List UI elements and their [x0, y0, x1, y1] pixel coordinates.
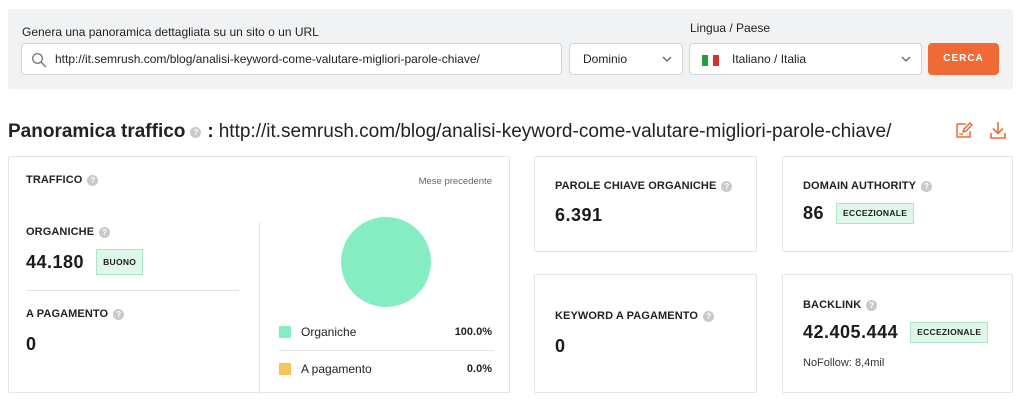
- backlinks-label: BACKLINK?: [803, 299, 878, 311]
- legend-label-organic: Organiche: [301, 325, 357, 339]
- backlinks-row: 42.405.444 ECCEZIONALE: [803, 322, 989, 343]
- backlinks-card: BACKLINK? 42.405.444 ECCEZIONALE NoFollo…: [782, 274, 1013, 393]
- paid-traffic-value: 0: [26, 334, 37, 354]
- language-label: Lingua / Paese: [690, 21, 771, 35]
- organic-keywords-card: PAROLE CHIAVE ORGANICHE? 6.391: [534, 156, 757, 252]
- divider: [279, 350, 494, 351]
- traffic-pie-chart: [341, 217, 431, 307]
- domain-authority-card: DOMAIN AUTHORITY? 86 ECCEZIONALE: [782, 156, 1013, 252]
- backlinks-label-text: BACKLINK: [803, 299, 862, 311]
- help-icon[interactable]: ?: [99, 226, 111, 238]
- traffic-title-text: TRAFFICO: [26, 174, 83, 186]
- paid-traffic-label: A PAGAMENTO?: [26, 308, 125, 320]
- language-select-value: Italiano / Italia: [732, 52, 807, 66]
- help-icon[interactable]: ?: [190, 126, 202, 138]
- language-select[interactable]: Italiano / Italia: [689, 43, 922, 75]
- scope-select[interactable]: Dominio: [569, 43, 683, 75]
- organic-traffic-label-text: ORGANICHE: [26, 226, 95, 238]
- organic-traffic-row: 44.180 BUONO: [26, 249, 144, 275]
- period-label: Mese precedente: [418, 176, 492, 187]
- organic-traffic-value: 44.180: [26, 251, 85, 272]
- domain-authority-badge: ECCEZIONALE: [836, 203, 915, 224]
- legend-label-paid: A pagamento: [301, 362, 372, 376]
- help-icon[interactable]: ?: [866, 299, 878, 311]
- paid-keywords-value: 0: [555, 336, 566, 356]
- paid-keywords-label: KEYWORD A PAGAMENTO?: [555, 310, 715, 322]
- legend-swatch-organic: [279, 326, 291, 338]
- divider: [259, 222, 260, 394]
- help-icon[interactable]: ?: [113, 308, 125, 320]
- help-icon[interactable]: ?: [921, 180, 933, 192]
- traffic-card: TRAFFICO? Mese precedente ORGANICHE? 44.…: [8, 156, 510, 394]
- scope-select-value: Dominio: [583, 52, 628, 66]
- legend-swatch-paid: [279, 363, 291, 375]
- traffic-title: TRAFFICO?: [26, 174, 99, 186]
- domain-authority-row: 86 ECCEZIONALE: [803, 203, 915, 224]
- pie-slice-organiche: [341, 217, 431, 307]
- url-input[interactable]: http://it.semrush.com/blog/analisi-keywo…: [21, 43, 562, 75]
- organic-keywords-value: 6.391: [555, 205, 603, 225]
- paid-keywords-label-text: KEYWORD A PAGAMENTO: [555, 310, 699, 322]
- page-title-text: Panoramica traffico: [8, 121, 186, 142]
- legend-value-paid: 0.0%: [466, 363, 492, 375]
- help-icon[interactable]: ?: [87, 174, 99, 186]
- page-title-url: http://it.semrush.com/blog/analisi-keywo…: [218, 121, 892, 142]
- paid-keywords-card: KEYWORD A PAGAMENTO? 0: [534, 274, 757, 393]
- search-icon: [31, 52, 47, 68]
- domain-authority-value: 86: [803, 203, 825, 223]
- domain-authority-label-text: DOMAIN AUTHORITY: [803, 180, 917, 192]
- chevron-down-icon: [662, 56, 672, 62]
- edit-report-icon[interactable]: [954, 120, 974, 140]
- url-input-value[interactable]: http://it.semrush.com/blog/analisi-keywo…: [55, 44, 480, 74]
- paid-traffic-label-text: A PAGAMENTO: [26, 308, 109, 320]
- help-icon[interactable]: ?: [703, 310, 715, 322]
- title-separator: :: [207, 121, 214, 142]
- chevron-down-icon: [901, 56, 911, 62]
- italy-flag-icon: [702, 55, 720, 66]
- domain-authority-label: DOMAIN AUTHORITY?: [803, 180, 933, 192]
- search-panel: Genera una panoramica dettagliata su un …: [8, 9, 1013, 89]
- legend-value-organic: 100.0%: [454, 326, 492, 338]
- organic-traffic-label: ORGANICHE?: [26, 226, 111, 238]
- search-button[interactable]: CERCA: [928, 43, 999, 75]
- help-icon[interactable]: ?: [721, 180, 733, 192]
- organic-keywords-label: PAROLE CHIAVE ORGANICHE?: [555, 180, 733, 192]
- nofollow-count: NoFollow: 8,4mil: [803, 357, 885, 369]
- backlinks-badge: ECCEZIONALE: [910, 322, 989, 343]
- url-label: Genera una panoramica dettagliata su un …: [22, 25, 319, 39]
- backlinks-value: 42.405.444: [803, 322, 899, 342]
- organic-keywords-label-text: PAROLE CHIAVE ORGANICHE: [555, 180, 717, 192]
- divider: [26, 290, 239, 291]
- organic-quality-badge: BUONO: [96, 249, 144, 275]
- page-title: Panoramica traffico ? : http://it.semrus…: [8, 119, 891, 145]
- download-icon[interactable]: [988, 120, 1008, 140]
